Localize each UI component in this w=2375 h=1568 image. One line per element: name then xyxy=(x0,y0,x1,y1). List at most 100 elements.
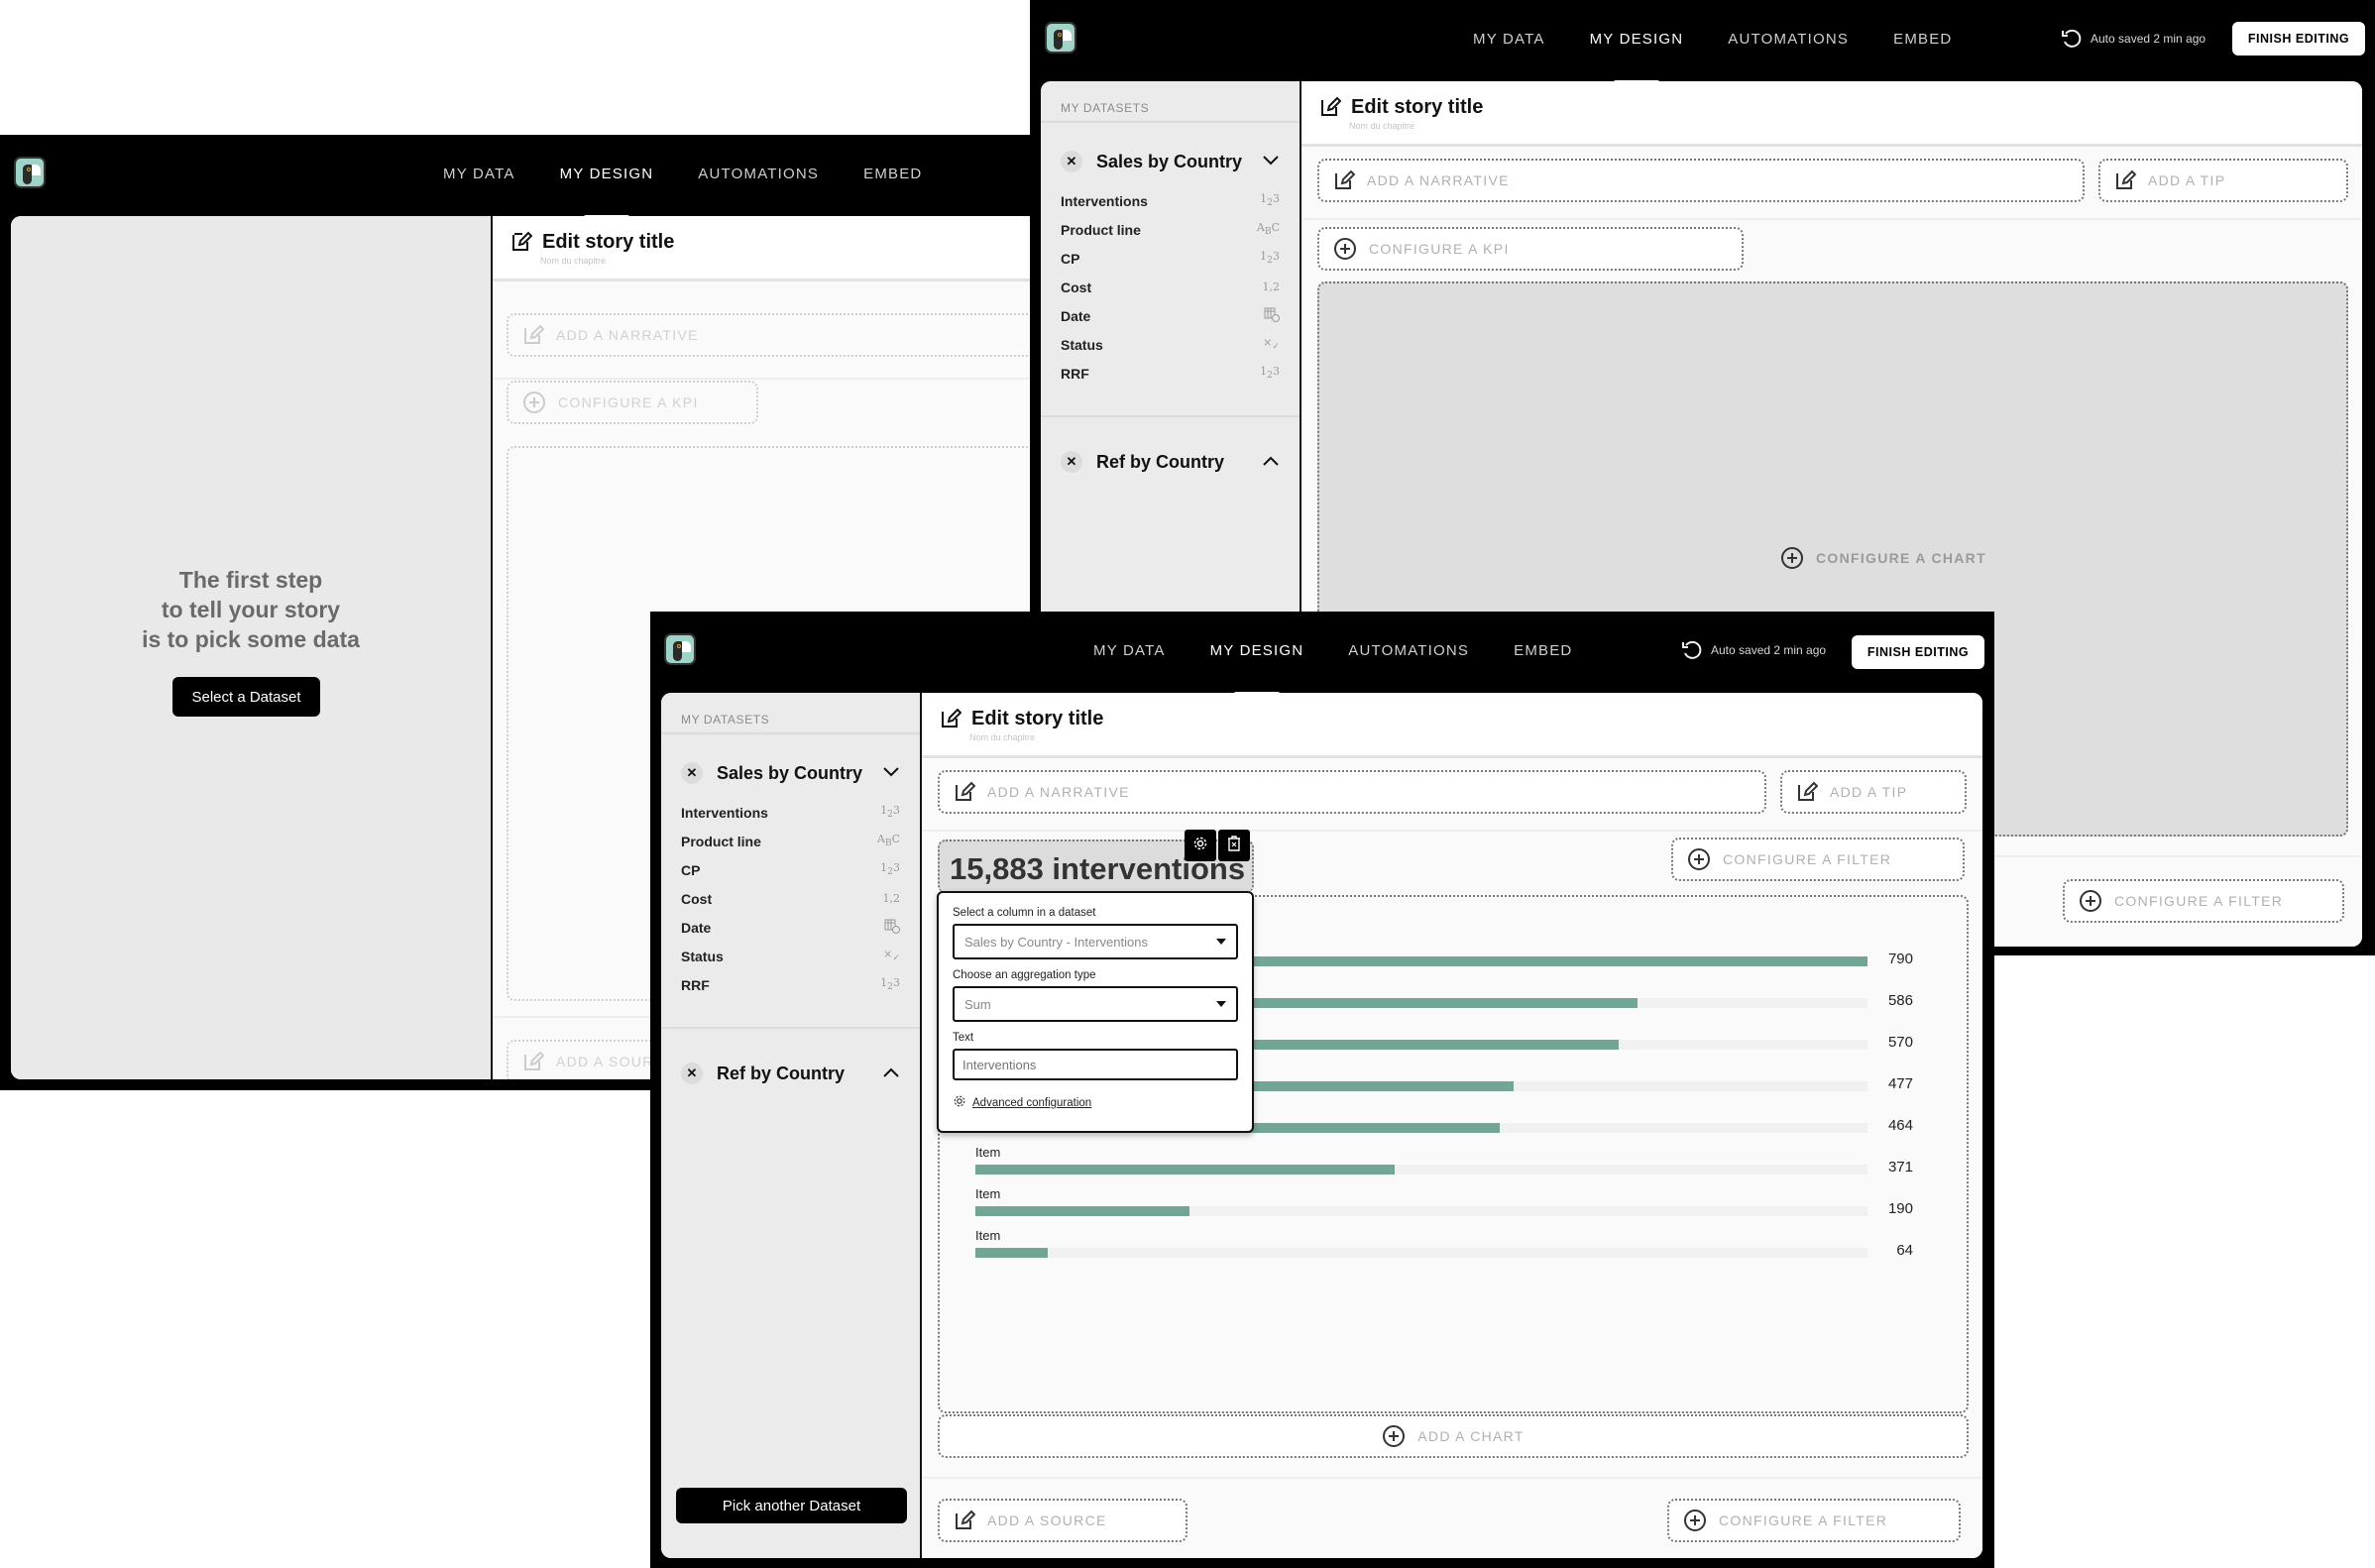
nav-automations[interactable]: AUTOMATIONS xyxy=(1348,642,1469,659)
nav-my-design[interactable]: MY DESIGN xyxy=(560,166,654,182)
story-title-bar: Edit story title Nom du chapitre xyxy=(1301,81,2362,147)
add-narrative-button[interactable]: ADD A NARRATIVE xyxy=(1317,159,2085,202)
column-item[interactable]: Product line ABC xyxy=(681,827,900,855)
nav-embed[interactable]: EMBED xyxy=(863,166,922,182)
plus-circle-icon xyxy=(1333,237,1357,261)
column-item[interactable]: Product line ABC xyxy=(1061,215,1280,244)
nav-automations[interactable]: AUTOMATIONS xyxy=(1728,31,1849,48)
story-title[interactable]: Edit story title xyxy=(542,231,674,254)
remove-dataset-icon[interactable]: ✕ xyxy=(1061,451,1082,473)
divider xyxy=(493,378,1042,380)
chevron-down-icon[interactable] xyxy=(1262,153,1280,170)
bar-row[interactable]: Item 371 xyxy=(975,1145,1927,1186)
chevron-down-icon[interactable] xyxy=(882,764,900,782)
app-logo-icon[interactable] xyxy=(1045,22,1076,54)
advanced-configuration-link[interactable]: Advanced configuration xyxy=(953,1094,1238,1111)
column-item[interactable]: Interventions 123 xyxy=(681,798,900,827)
remove-dataset-icon[interactable]: ✕ xyxy=(681,762,703,784)
pick-another-dataset-button[interactable]: Pick another Dataset xyxy=(676,1488,907,1523)
dataset-sales-by-country[interactable]: ✕ Sales by Country xyxy=(1041,147,1300,176)
edit-icon[interactable] xyxy=(940,707,961,730)
edit-icon xyxy=(954,1509,975,1532)
column-item[interactable]: Status ×✓ xyxy=(1061,330,1280,359)
add-narrative-button[interactable]: ADD A NARRATIVE xyxy=(938,770,1766,814)
divider xyxy=(1041,415,1300,417)
column-item[interactable]: RRF 123 xyxy=(1061,359,1280,388)
calendar-clock-icon xyxy=(1264,306,1280,325)
configure-kpi-label: CONFIGURE A KPI xyxy=(1369,241,1510,257)
app-logo-icon[interactable] xyxy=(14,157,46,188)
nav-my-design[interactable]: MY DESIGN xyxy=(1590,31,1684,48)
edit-icon[interactable] xyxy=(510,230,532,254)
story-title[interactable]: Edit story title xyxy=(1351,96,1483,119)
configure-kpi-label: CONFIGURE A KPI xyxy=(558,394,699,410)
dataset-ref-by-country[interactable]: ✕ Ref by Country xyxy=(661,1059,920,1088)
configure-filter-bottom-button[interactable]: CONFIGURE A FILTER xyxy=(1667,1499,1961,1542)
chevron-up-icon[interactable] xyxy=(1262,453,1280,471)
column-item[interactable]: Date xyxy=(681,913,900,942)
history-icon[interactable] xyxy=(1681,639,1703,661)
bar-row[interactable]: Item 190 xyxy=(975,1186,1927,1228)
decimal-type-icon: 1,2 xyxy=(1262,280,1281,293)
aggregation-select[interactable]: Sum xyxy=(953,986,1238,1022)
my-datasets-caption: MY DATASETS xyxy=(1041,81,1300,123)
add-narrative-button[interactable]: ADD A NARRATIVE xyxy=(507,313,1042,357)
configure-chart-button[interactable]: CONFIGURE A CHART xyxy=(1780,546,1986,570)
bar-value-label: 190 xyxy=(1887,1200,1913,1217)
dataset-sales-by-country[interactable]: ✕ Sales by Country xyxy=(661,758,920,788)
nav-my-data[interactable]: MY DATA xyxy=(1473,31,1545,48)
add-tip-button[interactable]: ADD A TIP xyxy=(2098,159,2348,202)
nav-my-data[interactable]: MY DATA xyxy=(443,166,515,182)
configure-filter-label: CONFIGURE A FILTER xyxy=(1723,851,1892,867)
app-logo-icon[interactable] xyxy=(664,633,696,665)
bar-value-label: 464 xyxy=(1887,1117,1913,1134)
bar-row[interactable]: Item 64 xyxy=(975,1228,1927,1270)
remove-dataset-icon[interactable]: ✕ xyxy=(681,1063,703,1084)
nav-automations[interactable]: AUTOMATIONS xyxy=(698,166,819,182)
select-dataset-button[interactable]: Select a Dataset xyxy=(172,677,320,717)
edit-icon[interactable] xyxy=(1319,95,1341,119)
kpi-delete-button[interactable] xyxy=(1218,830,1250,861)
column-item[interactable]: Cost 1,2 xyxy=(681,884,900,913)
add-tip-button[interactable]: ADD A TIP xyxy=(1780,770,1967,814)
add-source-button[interactable]: ADD A SOURCE xyxy=(938,1499,1188,1542)
add-chart-button[interactable]: ADD A CHART xyxy=(938,1414,1969,1458)
configure-kpi-button[interactable]: CONFIGURE A KPI xyxy=(1317,227,1744,271)
kpi-text-input[interactable] xyxy=(953,1049,1238,1080)
chevron-up-icon[interactable] xyxy=(882,1064,900,1082)
configure-filter-button[interactable]: CONFIGURE A FILTER xyxy=(1671,838,1965,881)
column-select[interactable]: Sales by Country - Interventions xyxy=(953,924,1238,959)
nav-embed[interactable]: EMBED xyxy=(1893,31,1952,48)
column-item[interactable]: Interventions 123 xyxy=(1061,186,1280,215)
history-icon[interactable] xyxy=(2061,28,2083,50)
column-item[interactable]: Date xyxy=(1061,301,1280,330)
numeric-type-icon: 123 xyxy=(880,976,900,993)
story-subtitle[interactable]: Nom du chapitre xyxy=(1349,121,2344,131)
nav-embed[interactable]: EMBED xyxy=(1514,642,1572,659)
caret-down-icon xyxy=(1216,1001,1226,1007)
story-title[interactable]: Edit story title xyxy=(971,708,1103,730)
column-item[interactable]: CP 123 xyxy=(681,855,900,884)
finish-editing-button[interactable]: FINISH EDITING xyxy=(1852,635,1984,669)
column-item[interactable]: RRF 123 xyxy=(681,970,900,999)
column-item[interactable]: Status ×✓ xyxy=(681,942,900,970)
add-narrative-label: ADD A NARRATIVE xyxy=(1367,172,1510,188)
dataset-ref-by-country[interactable]: ✕ Ref by Country xyxy=(1041,447,1300,477)
nav-my-data[interactable]: MY DATA xyxy=(1093,642,1166,659)
story-subtitle[interactable]: Nom du chapitre xyxy=(540,256,1024,266)
remove-dataset-icon[interactable]: ✕ xyxy=(1061,151,1082,172)
nav-my-design[interactable]: MY DESIGN xyxy=(1210,642,1304,659)
configure-filter-button[interactable]: CONFIGURE A FILTER xyxy=(2063,879,2344,923)
story-subtitle[interactable]: Nom du chapitre xyxy=(969,732,1965,742)
trash-icon xyxy=(1227,835,1241,856)
text-field-label: Text xyxy=(953,1032,974,1044)
finish-editing-button[interactable]: FINISH EDITING xyxy=(2232,22,2365,56)
kpi-settings-button[interactable] xyxy=(1185,830,1216,861)
edit-icon xyxy=(2114,168,2136,192)
edit-icon xyxy=(954,780,975,804)
advanced-configuration-label: Advanced configuration xyxy=(972,1096,1092,1109)
configure-kpi-button[interactable]: CONFIGURE A KPI xyxy=(507,381,758,424)
autosave-text: Auto saved 2 min ago xyxy=(2091,32,2206,46)
column-item[interactable]: Cost 1,2 xyxy=(1061,273,1280,301)
column-item[interactable]: CP 123 xyxy=(1061,244,1280,273)
